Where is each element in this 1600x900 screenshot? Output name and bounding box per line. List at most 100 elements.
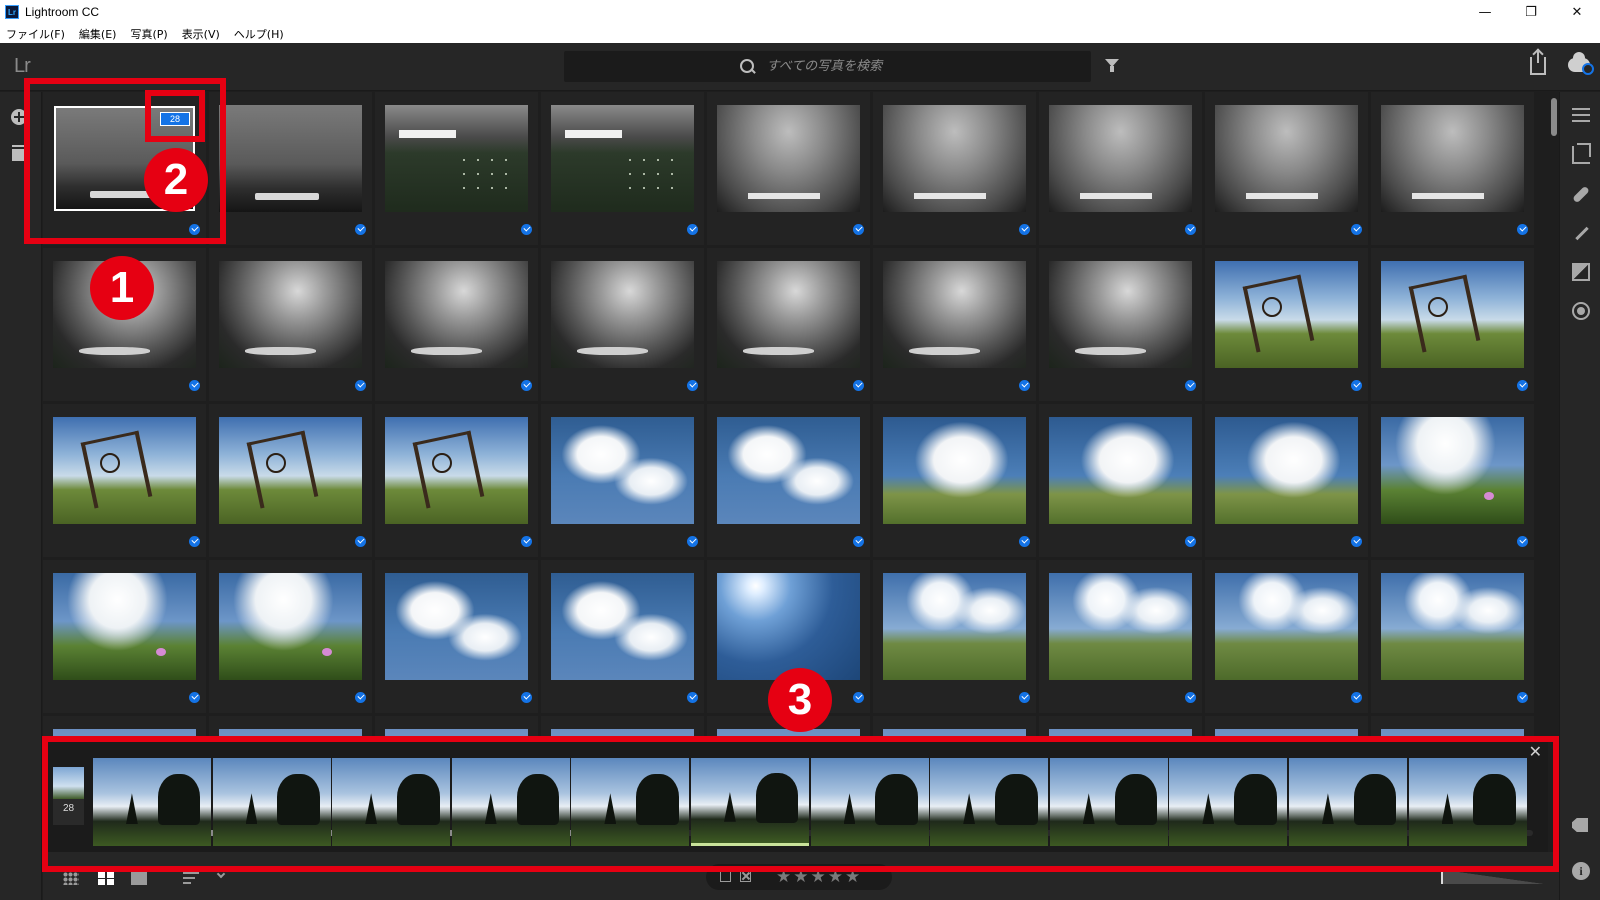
photo-thumbnail[interactable] <box>1215 573 1358 680</box>
photo-cell[interactable] <box>541 92 704 245</box>
photo-cell[interactable] <box>1371 560 1534 713</box>
share-icon[interactable] <box>1530 51 1546 75</box>
photo-thumbnail[interactable] <box>551 573 694 680</box>
photo-thumbnail[interactable] <box>1215 417 1358 524</box>
photo-thumbnail[interactable] <box>1381 417 1524 524</box>
photo-thumbnail[interactable] <box>1049 417 1192 524</box>
edit-sliders-icon[interactable] <box>1572 106 1590 124</box>
photo-thumbnail[interactable] <box>385 261 528 368</box>
photo-cell[interactable] <box>209 560 372 713</box>
photo-cell[interactable] <box>375 560 538 713</box>
photo-thumbnail[interactable] <box>53 573 196 680</box>
square-grid-icon[interactable] <box>63 872 79 885</box>
search-bar[interactable] <box>564 51 1091 82</box>
photo-thumbnail[interactable] <box>883 105 1026 212</box>
grid-scrollbar-thumb[interactable] <box>1551 98 1557 136</box>
photo-thumbnail[interactable] <box>1381 573 1524 680</box>
photo-cell[interactable] <box>209 404 372 557</box>
healing-brush-icon[interactable] <box>1572 185 1590 203</box>
photo-cell[interactable] <box>707 92 870 245</box>
photo-cell[interactable] <box>873 248 1036 401</box>
photo-thumbnail[interactable] <box>1381 105 1524 212</box>
menu-help[interactable]: ヘルプ(H) <box>234 26 284 42</box>
photo-thumbnail[interactable] <box>219 105 362 212</box>
menu-photo[interactable]: 写真(P) <box>130 26 167 42</box>
photo-cell[interactable] <box>1205 248 1368 401</box>
photo-cell[interactable] <box>541 560 704 713</box>
photo-cell[interactable] <box>707 404 870 557</box>
photo-cell[interactable] <box>1371 92 1534 245</box>
photo-cell[interactable] <box>375 248 538 401</box>
slider-handle[interactable] <box>1441 870 1443 884</box>
photo-thumbnail[interactable] <box>1215 261 1358 368</box>
photo-cell[interactable] <box>209 248 372 401</box>
photo-cell[interactable] <box>1371 248 1534 401</box>
photo-cell[interactable] <box>541 404 704 557</box>
maximize-button[interactable]: ❐ <box>1508 0 1554 24</box>
filter-icon[interactable] <box>1105 59 1119 73</box>
search-input[interactable] <box>766 59 917 74</box>
photo-thumbnail[interactable] <box>883 573 1026 680</box>
radial-gradient-icon[interactable] <box>1572 302 1590 320</box>
photo-thumbnail[interactable] <box>717 573 860 680</box>
photo-thumbnail[interactable] <box>551 417 694 524</box>
brush-icon[interactable] <box>1572 224 1590 242</box>
grid-scrollbar[interactable] <box>1548 92 1559 742</box>
photo-thumbnail[interactable] <box>1215 105 1358 212</box>
photo-cell[interactable] <box>1039 560 1202 713</box>
photo-cell[interactable] <box>375 92 538 245</box>
photo-thumbnail[interactable] <box>883 261 1026 368</box>
photo-thumbnail[interactable] <box>1049 573 1192 680</box>
photo-cell[interactable] <box>873 560 1036 713</box>
photo-thumbnail[interactable] <box>1049 261 1192 368</box>
linear-gradient-icon[interactable] <box>1572 263 1590 281</box>
photo-thumbnail[interactable] <box>717 105 860 212</box>
thumbnail-size-slider[interactable] <box>1435 870 1545 884</box>
photo-cell[interactable] <box>1205 404 1368 557</box>
detail-view-icon[interactable] <box>131 872 147 885</box>
photo-cell[interactable] <box>1039 92 1202 245</box>
photo-grid-icon[interactable] <box>98 872 114 885</box>
photo-cell[interactable] <box>1205 560 1368 713</box>
photo-thumbnail[interactable] <box>717 417 860 524</box>
photo-cell[interactable] <box>1039 404 1202 557</box>
photo-cell[interactable] <box>1205 92 1368 245</box>
photo-thumbnail[interactable] <box>1381 261 1524 368</box>
photo-thumbnail[interactable] <box>219 261 362 368</box>
photo-cell[interactable] <box>541 248 704 401</box>
crop-icon[interactable] <box>1572 143 1591 164</box>
photo-cell[interactable] <box>1039 248 1202 401</box>
photo-thumbnail[interactable] <box>551 105 694 212</box>
photo-thumbnail[interactable] <box>717 261 860 368</box>
minimize-button[interactable]: — <box>1462 0 1508 24</box>
pick-flag-icon[interactable] <box>720 871 731 882</box>
photo-cell[interactable] <box>873 404 1036 557</box>
photo-thumbnail[interactable] <box>551 261 694 368</box>
photo-thumbnail[interactable] <box>883 417 1026 524</box>
cloud-sync-icon[interactable] <box>1568 52 1594 75</box>
annotation-badge-3: 3 <box>768 668 832 732</box>
photo-cell[interactable] <box>43 404 206 557</box>
reject-flag-icon[interactable] <box>740 871 751 882</box>
photo-thumbnail[interactable] <box>385 417 528 524</box>
keyword-tag-icon[interactable] <box>1572 818 1588 832</box>
photo-thumbnail[interactable] <box>385 105 528 212</box>
photo-cell[interactable] <box>1371 404 1534 557</box>
photo-thumbnail[interactable] <box>219 417 362 524</box>
photo-cell[interactable] <box>375 404 538 557</box>
close-button[interactable]: ✕ <box>1554 0 1600 24</box>
sort-icon[interactable] <box>183 872 199 884</box>
photo-thumbnail[interactable] <box>385 573 528 680</box>
photo-thumbnail[interactable] <box>1049 105 1192 212</box>
menu-view[interactable]: 表示(V) <box>182 26 220 42</box>
menu-file[interactable]: ファイル(F) <box>6 26 65 42</box>
photo-cell[interactable] <box>209 92 372 245</box>
photo-cell[interactable] <box>43 560 206 713</box>
menu-edit[interactable]: 編集(E) <box>79 26 117 42</box>
photo-thumbnail[interactable] <box>219 573 362 680</box>
photo-cell[interactable] <box>707 248 870 401</box>
photo-cell[interactable] <box>873 92 1036 245</box>
info-icon[interactable]: i <box>1572 862 1590 880</box>
photo-thumbnail[interactable] <box>53 417 196 524</box>
search-icon <box>739 58 757 76</box>
